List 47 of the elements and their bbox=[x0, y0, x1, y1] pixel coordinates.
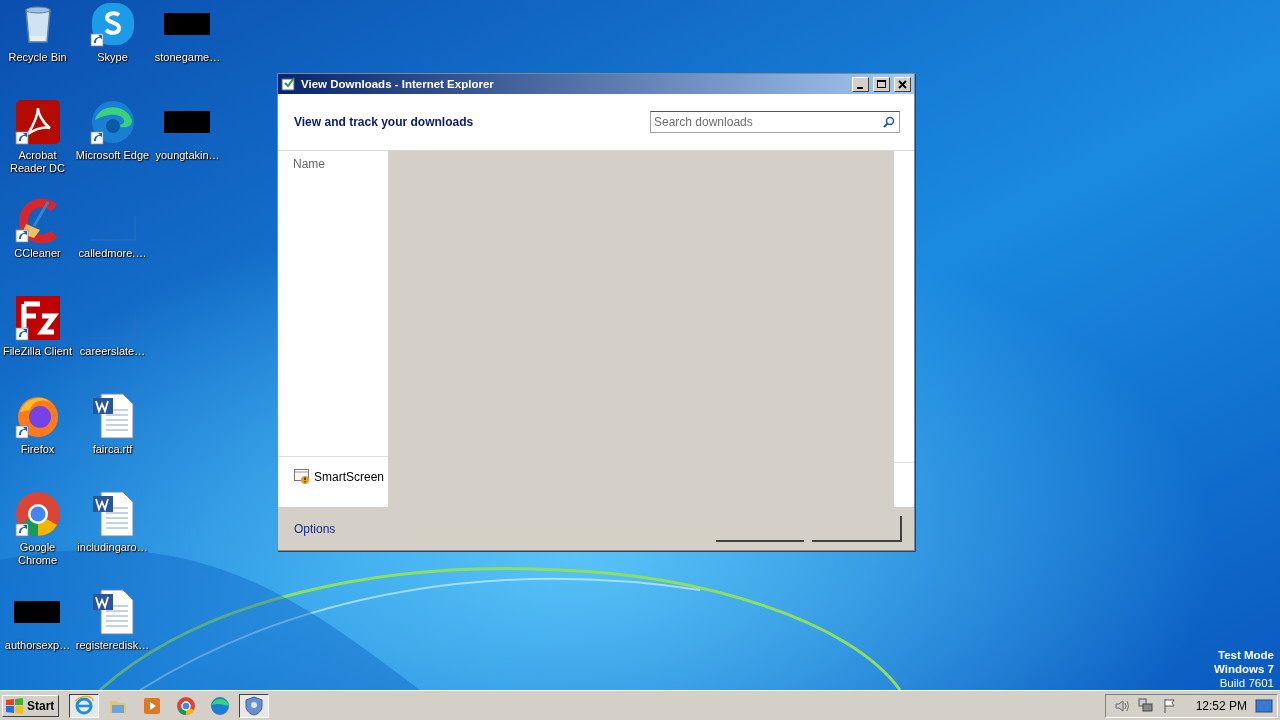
icon-label[interactable]: fairca.rtf bbox=[92, 443, 133, 456]
page-heading: View and track your downloads bbox=[294, 115, 474, 129]
windows-logo-icon bbox=[5, 697, 25, 714]
clock[interactable]: 12:52 PM bbox=[1195, 698, 1247, 713]
os-notice-text: Build 7601 bbox=[1219, 676, 1274, 690]
browser-icon[interactable] bbox=[13, 490, 62, 538]
icon-label[interactable]: careerslate… bbox=[79, 345, 146, 358]
network-icon[interactable] bbox=[1137, 697, 1154, 714]
browser-icon bbox=[209, 694, 232, 717]
search-field[interactable]: Search downloads bbox=[650, 111, 900, 133]
icon-label[interactable]: Recycle Bin bbox=[8, 51, 67, 64]
icon-label[interactable]: Skype bbox=[97, 51, 128, 64]
icon-label[interactable]: registeredisk… bbox=[75, 639, 150, 652]
download-icon bbox=[281, 76, 297, 92]
browser-icon bbox=[175, 694, 198, 717]
icon-label[interactable]: includingaro… bbox=[77, 541, 148, 554]
icon-label[interactable]: authorsexp… bbox=[4, 639, 71, 652]
icon-label[interactable]: Microsoft Edge bbox=[75, 149, 150, 162]
show-desktop-icon[interactable] bbox=[1255, 697, 1273, 714]
icon-label[interactable]: FileZilla Client bbox=[2, 345, 73, 358]
search-icon[interactable] bbox=[882, 115, 896, 129]
icon-label[interactable]: stonegame… bbox=[154, 51, 221, 64]
warning-window-icon bbox=[294, 469, 311, 484]
icon-label[interactable]: CCleaner bbox=[14, 247, 61, 260]
taskbar-button[interactable] bbox=[69, 693, 100, 718]
browser-icon bbox=[73, 694, 96, 717]
browser-icon[interactable] bbox=[88, 98, 137, 146]
icon-label[interactable]: youngtakin… bbox=[155, 149, 220, 162]
icon-label[interactable]: Firefox bbox=[20, 443, 55, 456]
icon-label[interactable]: Google Chrome bbox=[0, 541, 75, 567]
speaker-icon[interactable] bbox=[1113, 697, 1130, 714]
icon-label[interactable]: Acrobat Reader DC bbox=[0, 149, 75, 175]
flag-icon[interactable] bbox=[1161, 697, 1178, 714]
minimize-button[interactable] bbox=[852, 76, 869, 92]
maximize-button[interactable] bbox=[873, 76, 890, 92]
options-link[interactable]: Options bbox=[294, 521, 336, 536]
os-notice-text: Windows 7 bbox=[1214, 662, 1274, 676]
smartscreen-label[interactable]: SmartScreen bbox=[314, 469, 385, 484]
icon-label[interactable]: calledmore.… bbox=[78, 247, 147, 260]
ftp-app-icon[interactable] bbox=[13, 294, 62, 342]
taskbar-button[interactable] bbox=[239, 693, 270, 718]
os-notice-text: Test Mode bbox=[1218, 648, 1274, 662]
close-button[interactable] bbox=[894, 76, 911, 92]
pdf-app-icon[interactable] bbox=[13, 98, 62, 146]
shield-icon bbox=[243, 694, 266, 717]
start-button[interactable]: Start bbox=[2, 694, 60, 717]
window-title: View Downloads - Internet Explorer bbox=[301, 78, 495, 90]
